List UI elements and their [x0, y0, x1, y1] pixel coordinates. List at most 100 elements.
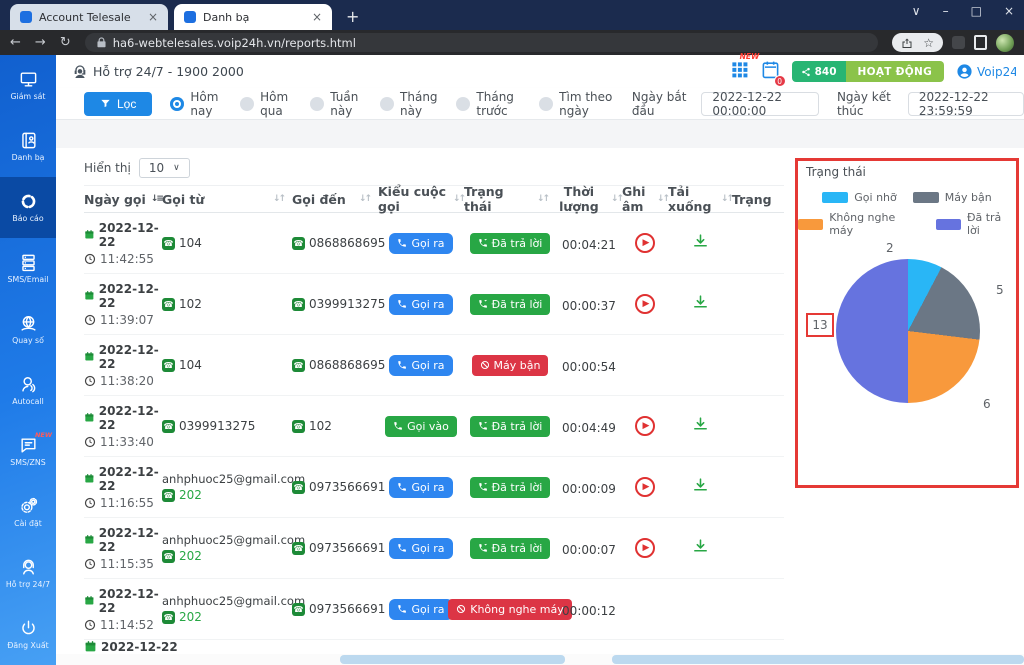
page-size-select[interactable]: 10 ∨ — [139, 158, 190, 178]
radio-icon[interactable] — [310, 97, 324, 111]
filter-option-thang-nay[interactable]: Tháng này — [380, 90, 438, 118]
forward-icon[interactable]: → — [35, 35, 46, 50]
browser-avatar[interactable] — [996, 34, 1014, 52]
filter-button[interactable]: Lọc — [84, 92, 152, 116]
minimize-button[interactable]: – — [943, 4, 949, 18]
download-button[interactable] — [692, 294, 709, 315]
download-button[interactable] — [692, 477, 709, 498]
play-recording-button[interactable]: ▶ — [635, 416, 655, 436]
column-trang-thai[interactable]: Trạng thái↓↑ — [464, 184, 556, 214]
call-type: Gọi ra — [378, 355, 464, 376]
reload-icon[interactable]: ↻ — [60, 35, 71, 50]
call-datetime: 2022-12-22 11:16:55 — [84, 465, 162, 510]
sidebar-item-bao-cao[interactable]: Báo cáo — [0, 177, 56, 238]
support-info: Hỗ trợ 24/7 - 1900 2000 — [72, 64, 244, 80]
filter-option-tim-theo-ngay[interactable]: Tìm theo ngày — [539, 90, 614, 118]
end-date-input[interactable]: 2022-12-22 23:59:59 — [908, 92, 1024, 116]
tab-close-icon[interactable]: × — [312, 10, 322, 24]
toolbar-pill: ☆ — [892, 33, 943, 52]
call-type: Gọi ra — [378, 233, 464, 254]
column-kieu-cuoc-goi[interactable]: Kiểu cuộc gọi↓↑ — [378, 184, 464, 214]
sidebar-item-ho-tro[interactable]: Hỗ trợ 24/7 — [0, 543, 56, 604]
legend-da-tra-loi[interactable]: Đã trả lời — [936, 211, 1016, 237]
sidebar-item-autocall[interactable]: Autocall — [0, 360, 56, 421]
sort-icon[interactable]: ↓↑ — [721, 194, 732, 204]
calendar-shortcut[interactable]: 0 — [761, 60, 780, 83]
sort-icon[interactable]: ↓↑ — [537, 194, 548, 204]
download-button[interactable] — [692, 233, 709, 254]
extensions-icon[interactable] — [952, 36, 965, 49]
sort-icon[interactable]: ↓↑ — [611, 194, 622, 204]
sidebar-item-quay-so[interactable]: Quay số — [0, 299, 56, 360]
phone-icon: ☎ — [292, 542, 305, 555]
radio-icon[interactable] — [380, 97, 394, 111]
chevron-down-icon: ∨ — [173, 163, 180, 173]
call-to: ☎0973566691 — [292, 541, 378, 555]
url-bar[interactable]: ha6-webtelesales.voip24h.vn/reports.html — [85, 33, 879, 52]
filter-option-thang-truoc[interactable]: Tháng trước — [456, 90, 521, 118]
legend-goi-nho[interactable]: Gọi nhỡ — [822, 191, 896, 204]
column-goi-den[interactable]: Gọi đến↓↑ — [292, 192, 378, 207]
call-status-badge: Máy bận — [472, 355, 549, 376]
sidebar-item-sms-zns[interactable]: NEW SMS/ZNS — [0, 421, 56, 482]
call-type: Gọi ra — [378, 538, 464, 559]
filter-option-hom-nay[interactable]: Hôm nay — [170, 90, 222, 118]
play-recording-button[interactable]: ▶ — [635, 477, 655, 497]
bookmark-star-icon[interactable]: ☆ — [923, 36, 934, 50]
horizontal-scrollbar[interactable] — [56, 654, 1024, 665]
call-duration: 00:04:21 — [556, 234, 622, 253]
back-icon[interactable]: ← — [10, 35, 21, 50]
sidebar-item-sms-email[interactable]: SMS/Email — [0, 238, 56, 299]
column-ghi-am[interactable]: Ghi âm↓↑ — [622, 184, 668, 214]
radio-icon[interactable] — [539, 97, 553, 111]
scrollbar-thumb[interactable] — [612, 655, 1024, 664]
radio-checked-icon[interactable] — [170, 97, 184, 111]
sidebar-item-giam-sat[interactable]: Giám sát — [0, 55, 56, 116]
close-button[interactable]: × — [1004, 4, 1014, 18]
sort-icon[interactable]: ↓↑ — [359, 194, 370, 204]
sort-icon[interactable]: ↓↑ — [657, 194, 668, 204]
pie-value-khong-nghe-may: 6 — [983, 397, 991, 411]
radio-icon[interactable] — [456, 97, 470, 111]
radio-icon[interactable] — [240, 97, 254, 111]
column-tai-xuong[interactable]: Tải xuống↓↑ — [668, 184, 732, 214]
play-recording-button[interactable]: ▶ — [635, 294, 655, 314]
share-icon[interactable] — [901, 37, 913, 49]
legend-may-ban[interactable]: Máy bận — [913, 191, 992, 204]
sidebar-item-danh-ba[interactable]: Danh bạ — [0, 116, 56, 177]
sort-icon[interactable]: ↓↑ — [273, 194, 284, 204]
credit-segment[interactable]: 840 — [792, 61, 846, 82]
new-tab-button[interactable]: + — [346, 7, 359, 26]
tab-account-telesale[interactable]: Account Telesale × — [10, 4, 168, 30]
sort-desc-icon[interactable]: ↓≡ — [151, 194, 162, 204]
sidebar-item-cai-dat[interactable]: Cài đặt — [0, 482, 56, 543]
filter-option-hom-qua[interactable]: Hôm qua — [240, 90, 292, 118]
play-recording-button[interactable]: ▶ — [635, 538, 655, 558]
profile-frame-icon[interactable] — [974, 35, 987, 50]
calculator-shortcut[interactable]: NEW — [730, 60, 749, 83]
column-ngay-goi[interactable]: Ngày gọi↓≡ — [84, 192, 162, 207]
scrollbar-thumb[interactable] — [340, 655, 565, 664]
download-button[interactable] — [692, 416, 709, 437]
browser-menu-chevron-icon[interactable]: ∨ — [912, 4, 921, 18]
column-trang-cut[interactable]: Trạng — [732, 192, 778, 207]
sidebar-item-dang-xuat[interactable]: Đăng Xuất — [0, 604, 56, 665]
legend-khong-nghe-may[interactable]: Không nghe máy — [798, 211, 920, 237]
tab-close-icon[interactable]: × — [148, 10, 158, 24]
sort-icon[interactable]: ↓↑ — [453, 194, 464, 204]
account-menu[interactable]: Voip24 — [956, 63, 1016, 80]
column-goi-tu[interactable]: Gọi từ↓↑ — [162, 192, 292, 207]
content-background-band — [56, 120, 1024, 148]
download-cell — [668, 294, 732, 315]
play-recording-button[interactable]: ▶ — [635, 233, 655, 253]
download-button[interactable] — [692, 538, 709, 559]
tab-danh-ba[interactable]: Danh bạ × — [174, 4, 332, 30]
call-to: ☎0973566691 — [292, 602, 378, 616]
active-status-button[interactable]: HOẠT ĐỘNG — [846, 61, 945, 82]
maximize-button[interactable]: □ — [971, 4, 982, 18]
call-status-badge: Đã trả lời — [470, 294, 551, 315]
start-date-input[interactable]: 2022-12-22 00:00:00 — [701, 92, 819, 116]
column-thoi-luong[interactable]: Thời lượng↓↑ — [556, 184, 622, 214]
contacts-icon — [19, 131, 38, 150]
filter-option-tuan-nay[interactable]: Tuần này — [310, 90, 362, 118]
